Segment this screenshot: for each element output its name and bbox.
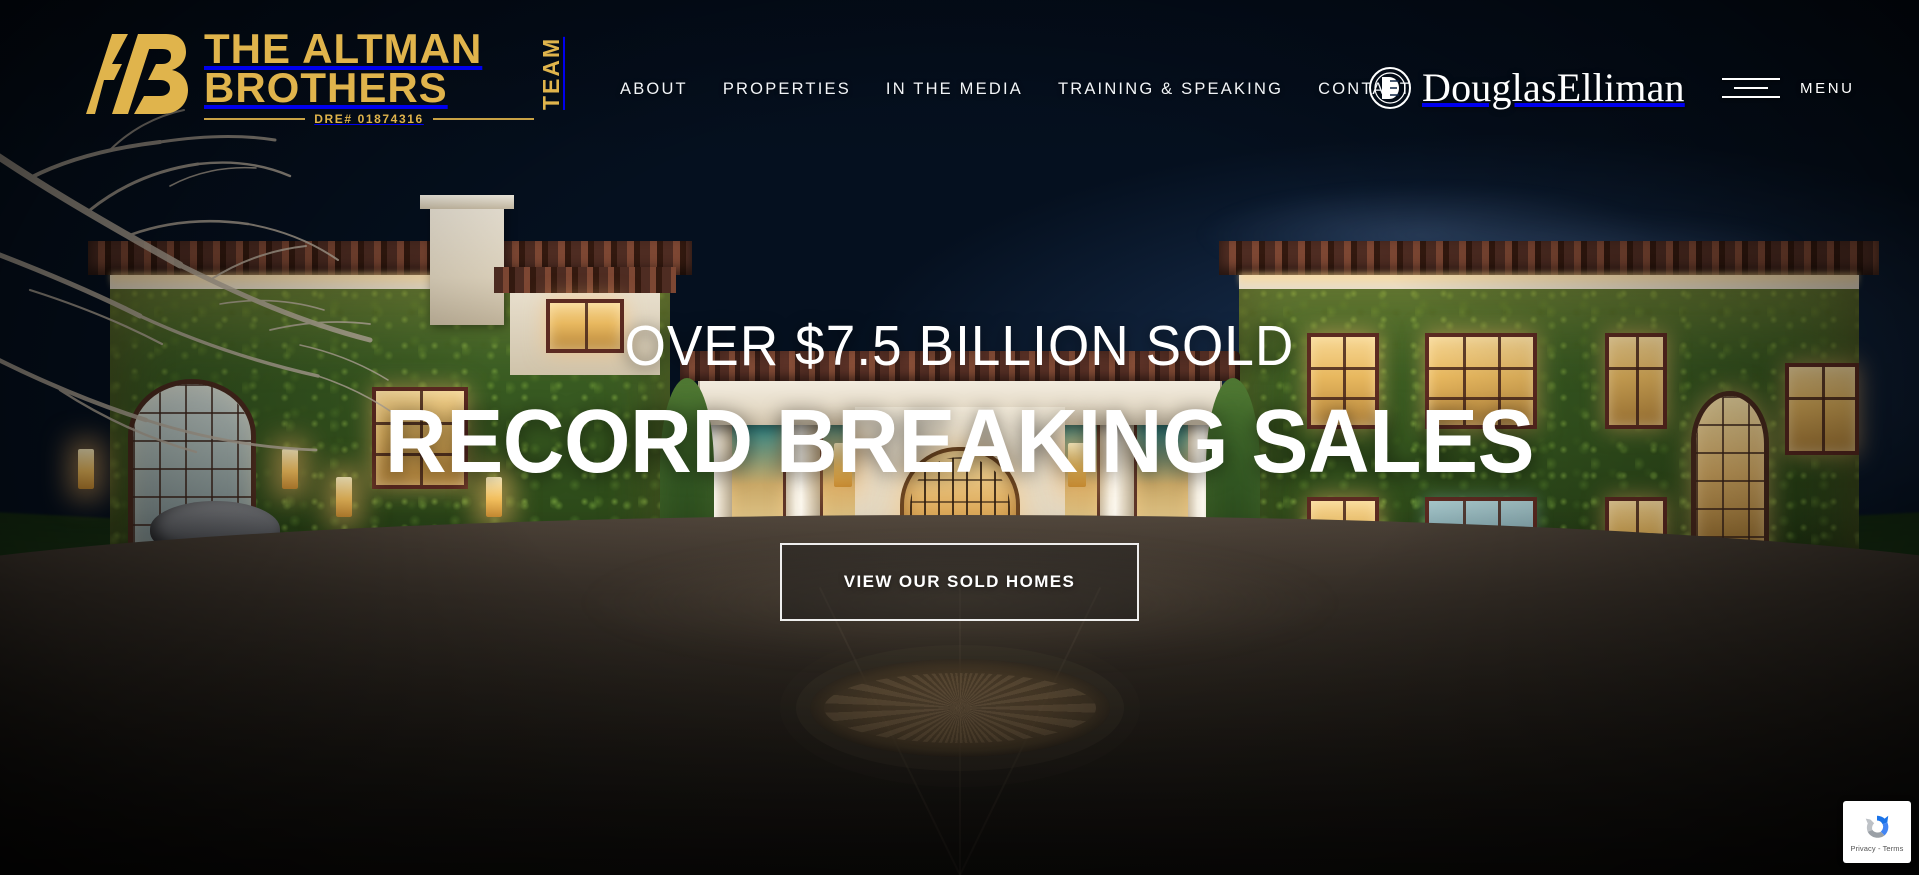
main-navigation: ABOUT PROPERTIES IN THE MEDIA TRAINING &… bbox=[620, 80, 1412, 99]
menu-button-label: MENU bbox=[1800, 79, 1855, 97]
site-header: THE ALTMAN BROTHERS DRE# 01874316 TEAM A… bbox=[0, 0, 1919, 150]
logo-line-1: THE ALTMAN bbox=[204, 25, 483, 72]
right-eave-light bbox=[1239, 273, 1859, 289]
dre-number: DRE# 01874316 bbox=[314, 112, 424, 127]
driveway-medallion bbox=[809, 659, 1110, 757]
view-sold-homes-button[interactable]: VIEW OUR SOLD HOMES bbox=[779, 542, 1140, 621]
nav-item-in-the-media[interactable]: IN THE MEDIA bbox=[886, 80, 1023, 99]
hero-title: RECORD BREAKING SALES bbox=[384, 392, 1535, 492]
de-monogram-icon bbox=[1369, 66, 1411, 109]
douglas-elliman-logo[interactable]: DouglasElliman bbox=[1368, 64, 1685, 111]
right-wing-roof bbox=[1219, 241, 1879, 275]
menu-button[interactable]: MENU bbox=[1722, 76, 1855, 100]
nav-item-training-speaking[interactable]: TRAINING & SPEAKING bbox=[1058, 80, 1283, 99]
page-stage: THE ALTMAN BROTHERS DRE# 01874316 TEAM A… bbox=[0, 0, 1919, 875]
dormer-roof bbox=[494, 267, 676, 293]
logo-wordmark: THE ALTMAN BROTHERS DRE# 01874316 TEAM bbox=[204, 25, 564, 127]
nav-item-about[interactable]: ABOUT bbox=[620, 80, 688, 99]
dre-rule-left bbox=[204, 118, 306, 121]
hamburger-icon bbox=[1722, 76, 1780, 100]
hero-kicker: OVER $7.5 BILLION SOLD bbox=[624, 314, 1295, 378]
hero-content: OVER $7.5 BILLION SOLD RECORD BREAKING S… bbox=[0, 318, 1919, 621]
logo-team-vertical: TEAM bbox=[538, 36, 564, 110]
nav-item-properties[interactable]: PROPERTIES bbox=[723, 80, 851, 99]
dre-row: DRE# 01874316 bbox=[204, 112, 535, 127]
recaptcha-badge[interactable]: Privacy - Terms bbox=[1843, 801, 1911, 863]
recaptcha-text: Privacy - Terms bbox=[1850, 843, 1904, 853]
dre-rule-right bbox=[432, 118, 535, 121]
ab-monogram-icon bbox=[86, 34, 188, 114]
site-logo[interactable]: THE ALTMAN BROTHERS DRE# 01874316 TEAM bbox=[82, 25, 564, 127]
logo-line-2: BROTHERS bbox=[204, 63, 448, 111]
douglas-elliman-name: DouglasElliman bbox=[1422, 65, 1685, 110]
recaptcha-icon bbox=[1865, 815, 1889, 838]
